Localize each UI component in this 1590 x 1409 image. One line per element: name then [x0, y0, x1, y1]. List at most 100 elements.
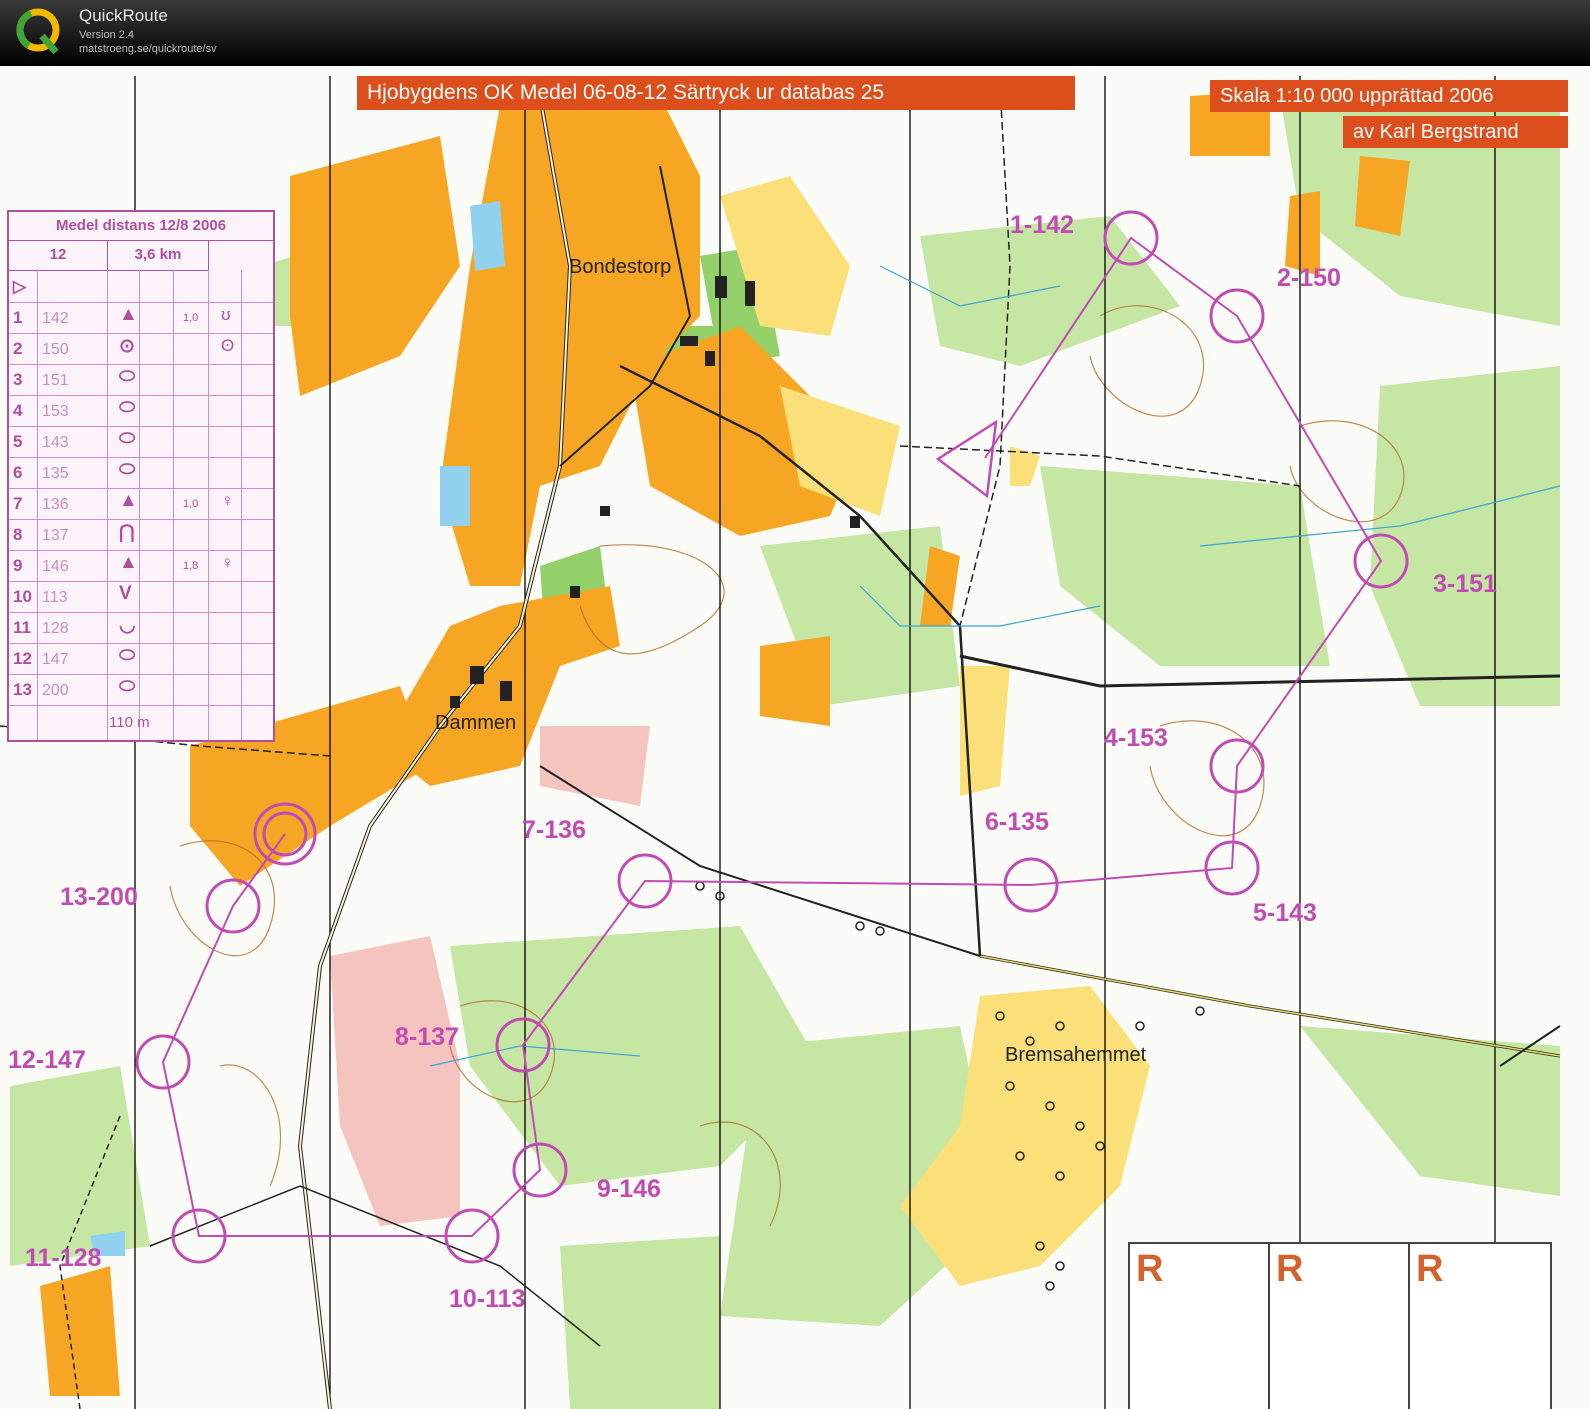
control-row-number: 12: [13, 649, 32, 668]
control-label-6: 6-135: [985, 808, 1049, 836]
control-location-symbol-icon: ʘ: [221, 336, 235, 355]
control-row: 10 113 V: [9, 581, 273, 613]
control-location-symbol-icon: ʊ: [221, 305, 231, 324]
r-cell: R: [1130, 1244, 1268, 1409]
control-feature-symbol-icon: ▲: [119, 490, 138, 511]
control-label-3: 3-151: [1433, 570, 1497, 598]
control-row-dimension: 1,0: [183, 498, 199, 510]
r-cell: R: [1408, 1244, 1548, 1409]
control-row-code: 137: [42, 527, 69, 544]
control-feature-symbol-icon: ◡: [119, 615, 136, 636]
control-row-code: 135: [42, 465, 69, 482]
course-number: 12: [9, 240, 108, 271]
control-row: 7 136 ▲ 1,0 ♀: [9, 488, 273, 520]
control-row-code: 150: [42, 341, 69, 358]
control-row: 12 147 ⬭: [9, 643, 273, 675]
finish-row: 110 m: [9, 709, 273, 740]
control-row-code: 153: [42, 403, 69, 420]
control-label-9: 9-146: [597, 1175, 661, 1203]
control-label-4: 4-153: [1104, 724, 1168, 752]
map-title-banner: Hjobygdens OK Medel 06-08-12 Särtryck ur…: [357, 76, 1075, 110]
control-row: 11 128 ◡: [9, 612, 273, 644]
start-symbol-icon: ▷: [13, 277, 27, 296]
place-name-bondestorp: Bondestorp: [569, 256, 672, 278]
control-row: 9 146 ▲ 1,8 ♀: [9, 550, 273, 582]
place-name-bremsahemmet: Bremsahemmet: [1005, 1044, 1147, 1066]
control-row-code: 143: [42, 434, 69, 451]
control-row-dimension: 1,0: [183, 312, 199, 324]
control-label-8: 8-137: [395, 1023, 459, 1051]
start-row: ▷: [9, 271, 273, 303]
control-feature-symbol-icon: ▲: [119, 304, 138, 325]
control-label-2: 2-150: [1277, 264, 1341, 292]
control-feature-symbol-icon: V: [119, 583, 132, 604]
control-feature-symbol-icon: ⬭: [119, 428, 136, 449]
control-row-number: 13: [13, 680, 32, 699]
control-feature-symbol-icon: ⬭: [119, 397, 136, 418]
control-row-number: 1: [13, 308, 23, 327]
control-feature-symbol-icon: ⬭: [119, 459, 136, 480]
control-row: 1 142 ▲ 1,0 ʊ: [9, 302, 273, 334]
control-row-code: 147: [42, 651, 69, 668]
r-letter: R: [1136, 1248, 1164, 1290]
r-letter: R: [1416, 1248, 1444, 1290]
control-row: 5 143 ⬭: [9, 426, 273, 458]
control-location-symbol-icon: ♀: [221, 491, 234, 510]
control-row-code: 128: [42, 620, 69, 637]
control-label-12: 12-147: [8, 1046, 86, 1074]
control-label-11: 11-128: [25, 1244, 102, 1272]
r-letter: R: [1276, 1248, 1304, 1290]
control-feature-symbol-icon: ▲: [119, 552, 138, 573]
control-row: 6 135 ⬭: [9, 457, 273, 489]
control-label-7: 7-136: [522, 816, 586, 844]
control-feature-symbol-icon: ⊙: [119, 336, 135, 357]
control-location-symbol-icon: ♀: [221, 553, 234, 572]
control-feature-symbol-icon: ⬭: [119, 645, 136, 666]
control-row: 4 153 ⬭: [9, 395, 273, 427]
control-row-code: 146: [42, 558, 69, 575]
control-row-number: 6: [13, 463, 23, 482]
control-row-code: 113: [42, 589, 68, 606]
control-row-number: 9: [13, 556, 23, 575]
map-scale-banner-line2: av Karl Bergstrand: [1343, 116, 1568, 148]
control-label-10: 10-113: [449, 1285, 526, 1313]
control-row-number: 3: [13, 370, 23, 389]
control-feature-symbol-icon: ⬭: [119, 676, 136, 697]
control-description-sheet: Medel distans 12/8 2006 12 3,6 km ▷ 1 142…: [7, 210, 275, 742]
app-titlebar: QuickRoute Version 2.4 matstroeng.se/qui…: [0, 0, 1590, 66]
control-row-number: 5: [13, 432, 23, 451]
control-row-number: 7: [13, 494, 23, 513]
finish-distance: 110 m: [109, 714, 150, 731]
control-row: 2 150 ⊙ ʘ: [9, 333, 273, 365]
control-label-1: 1-142: [1010, 211, 1074, 239]
control-row-code: 200: [42, 682, 69, 699]
app-url: matstroeng.se/quickroute/sv: [79, 43, 217, 55]
place-name-dammen: Dammen: [435, 712, 517, 734]
start-triangle: [935, 419, 998, 499]
control-row-number: 11: [13, 618, 31, 637]
control-label-13: 13-200: [60, 883, 138, 911]
control-feature-symbol-icon: ⬭: [119, 366, 136, 387]
r-box: R R R: [1128, 1242, 1552, 1409]
map-scale-banner-line1: Skala 1:10 000 upprättad 2006: [1210, 80, 1568, 112]
control-row: 8 137 ⋂: [9, 519, 273, 551]
control-row-number: 10: [13, 587, 32, 606]
app-version: Version 2.4: [79, 29, 135, 41]
control-row-number: 2: [13, 339, 23, 358]
course-title: Medel distans 12/8 2006: [9, 212, 273, 241]
orienteering-map[interactable]: Hjobygdens OK Medel 06-08-12 Särtryck ur…: [0, 66, 1590, 1409]
control-feature-symbol-icon: ⋂: [119, 522, 135, 543]
control-row: 13 200 ⬭: [9, 674, 273, 706]
control-row-code: 142: [42, 310, 69, 327]
quickroute-logo-icon: [16, 8, 60, 55]
control-row-number: 4: [13, 401, 23, 420]
control-row: 3 151 ⬭: [9, 364, 273, 396]
app-name: QuickRoute: [79, 6, 168, 25]
r-cell: R: [1268, 1244, 1408, 1409]
control-row-code: 151: [42, 372, 69, 389]
control-row-dimension: 1,8: [183, 560, 199, 572]
control-row-number: 8: [13, 525, 23, 544]
control-label-5: 5-143: [1253, 899, 1317, 927]
course-length: 3,6 km: [108, 240, 209, 271]
control-row-code: 136: [42, 496, 69, 513]
